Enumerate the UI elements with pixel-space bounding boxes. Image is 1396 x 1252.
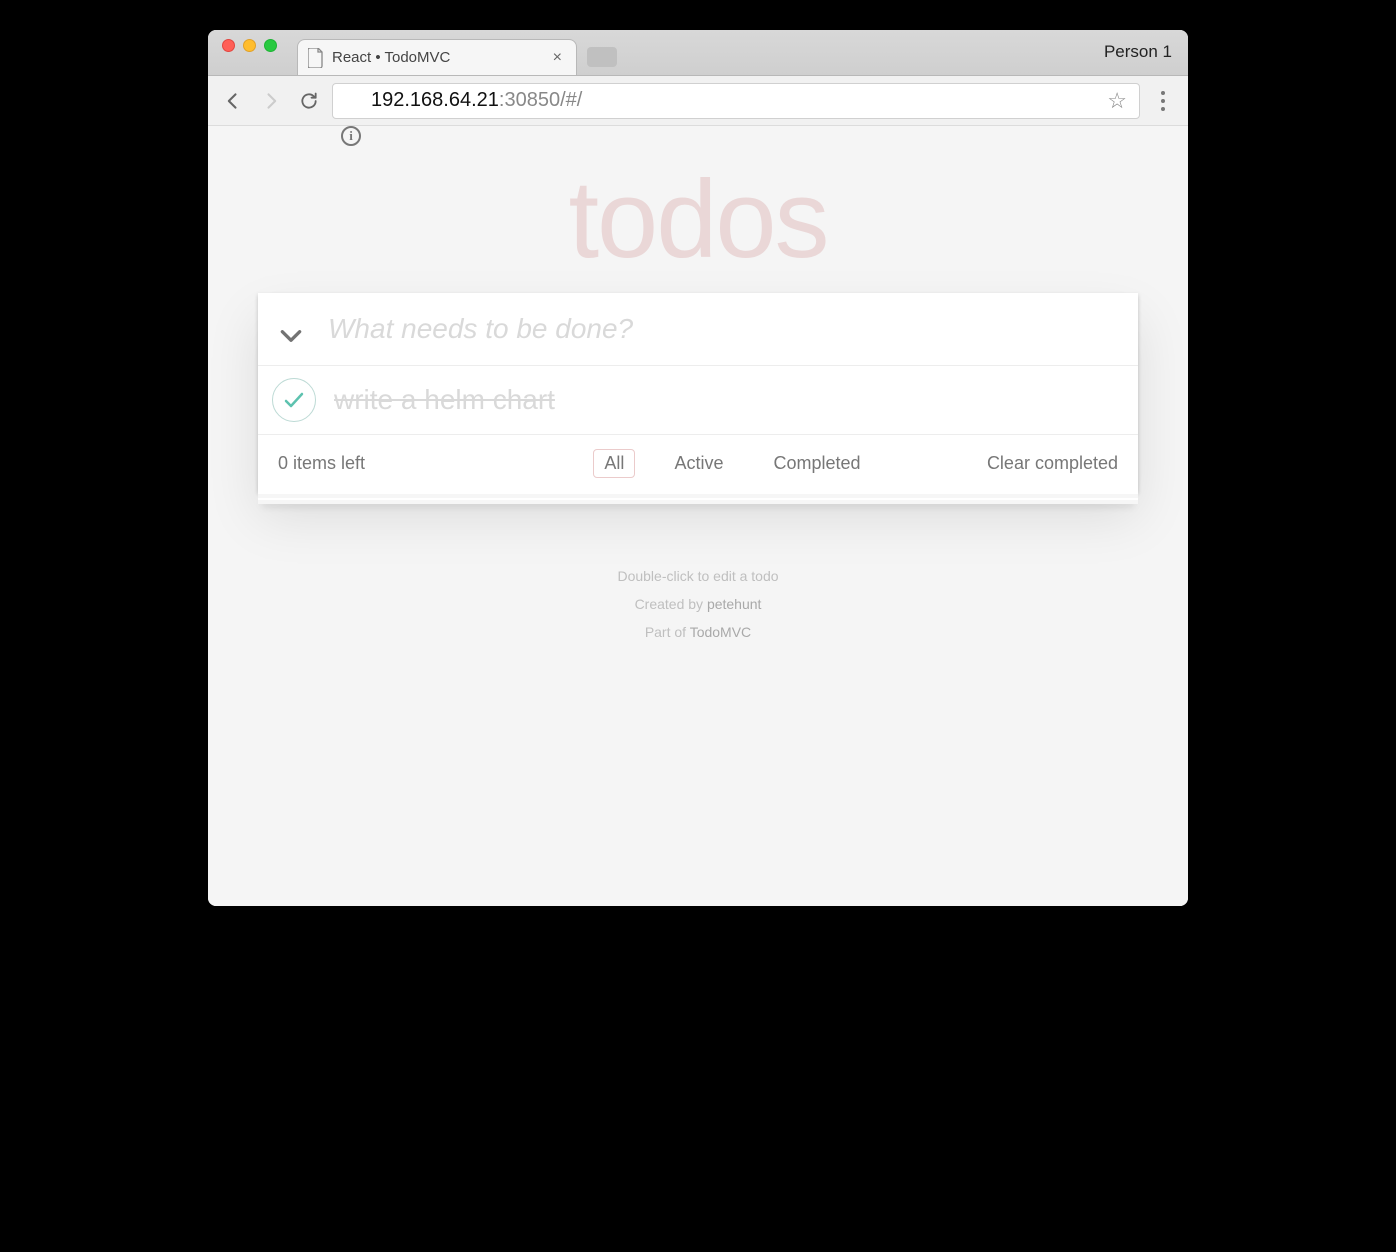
new-todo-input[interactable]: [258, 293, 1138, 365]
clear-completed-button[interactable]: Clear completed: [987, 453, 1118, 474]
filter-list: All Active Completed: [478, 449, 987, 478]
todo-app: write a helm chart 0 items left All Acti…: [258, 293, 1138, 492]
info-part-of: Part of TodoMVC: [208, 618, 1188, 646]
info-edit-hint: Double-click to edit a todo: [208, 562, 1188, 590]
bookmark-icon[interactable]: ☆: [1103, 88, 1131, 114]
todo-footer: 0 items left All Active Completed Clear …: [258, 435, 1138, 492]
app-title: todos: [208, 156, 1188, 283]
tab-title: React • TodoMVC: [332, 49, 541, 66]
todomvc-link[interactable]: TodoMVC: [690, 624, 751, 640]
page-icon: [308, 50, 324, 66]
tab-strip: React • TodoMVC × Person 1: [208, 30, 1188, 76]
maximize-window-button[interactable]: [264, 39, 277, 52]
address-bar[interactable]: i 192.168.64.21:30850/#/ ☆: [332, 83, 1140, 119]
url-host: 192.168.64.21: [371, 89, 499, 112]
todo-text[interactable]: write a helm chart: [334, 384, 1118, 416]
close-window-button[interactable]: [222, 39, 235, 52]
url-text: 192.168.64.21:30850/#/: [371, 89, 1103, 112]
todo-checkbox[interactable]: [272, 378, 316, 422]
forward-button[interactable]: [256, 86, 286, 116]
reload-button[interactable]: [294, 86, 324, 116]
profile-label[interactable]: Person 1: [1104, 42, 1172, 62]
back-button[interactable]: [218, 86, 248, 116]
toggle-all-button[interactable]: [266, 311, 316, 361]
info-created-by: Created by petehunt: [208, 590, 1188, 618]
author-link[interactable]: petehunt: [707, 596, 762, 612]
browser-tab[interactable]: React • TodoMVC ×: [297, 39, 577, 75]
minimize-window-button[interactable]: [243, 39, 256, 52]
todo-list: write a helm chart: [258, 366, 1138, 435]
items-left: 0 items left: [278, 453, 478, 474]
filter-all[interactable]: All: [593, 449, 635, 478]
filter-completed[interactable]: Completed: [762, 449, 871, 478]
todo-item: write a helm chart: [258, 366, 1138, 435]
filter-active[interactable]: Active: [663, 449, 734, 478]
window-controls: [208, 39, 291, 66]
page-footer-info: Double-click to edit a todo Created by p…: [208, 562, 1188, 646]
new-tab-button[interactable]: [587, 47, 617, 67]
browser-toolbar: i 192.168.64.21:30850/#/ ☆: [208, 76, 1188, 126]
site-info-icon[interactable]: i: [341, 126, 361, 146]
info-partof-prefix: Part of: [645, 624, 690, 640]
todo-header: [258, 293, 1138, 366]
browser-window: React • TodoMVC × Person 1 i 192.168.64.…: [208, 30, 1188, 906]
browser-menu-button[interactable]: [1148, 85, 1178, 117]
page-viewport: todos write a helm chart 0 items left: [208, 126, 1188, 906]
close-tab-button[interactable]: ×: [549, 49, 566, 67]
info-created-prefix: Created by: [635, 596, 707, 612]
url-path: :30850/#/: [499, 89, 582, 112]
